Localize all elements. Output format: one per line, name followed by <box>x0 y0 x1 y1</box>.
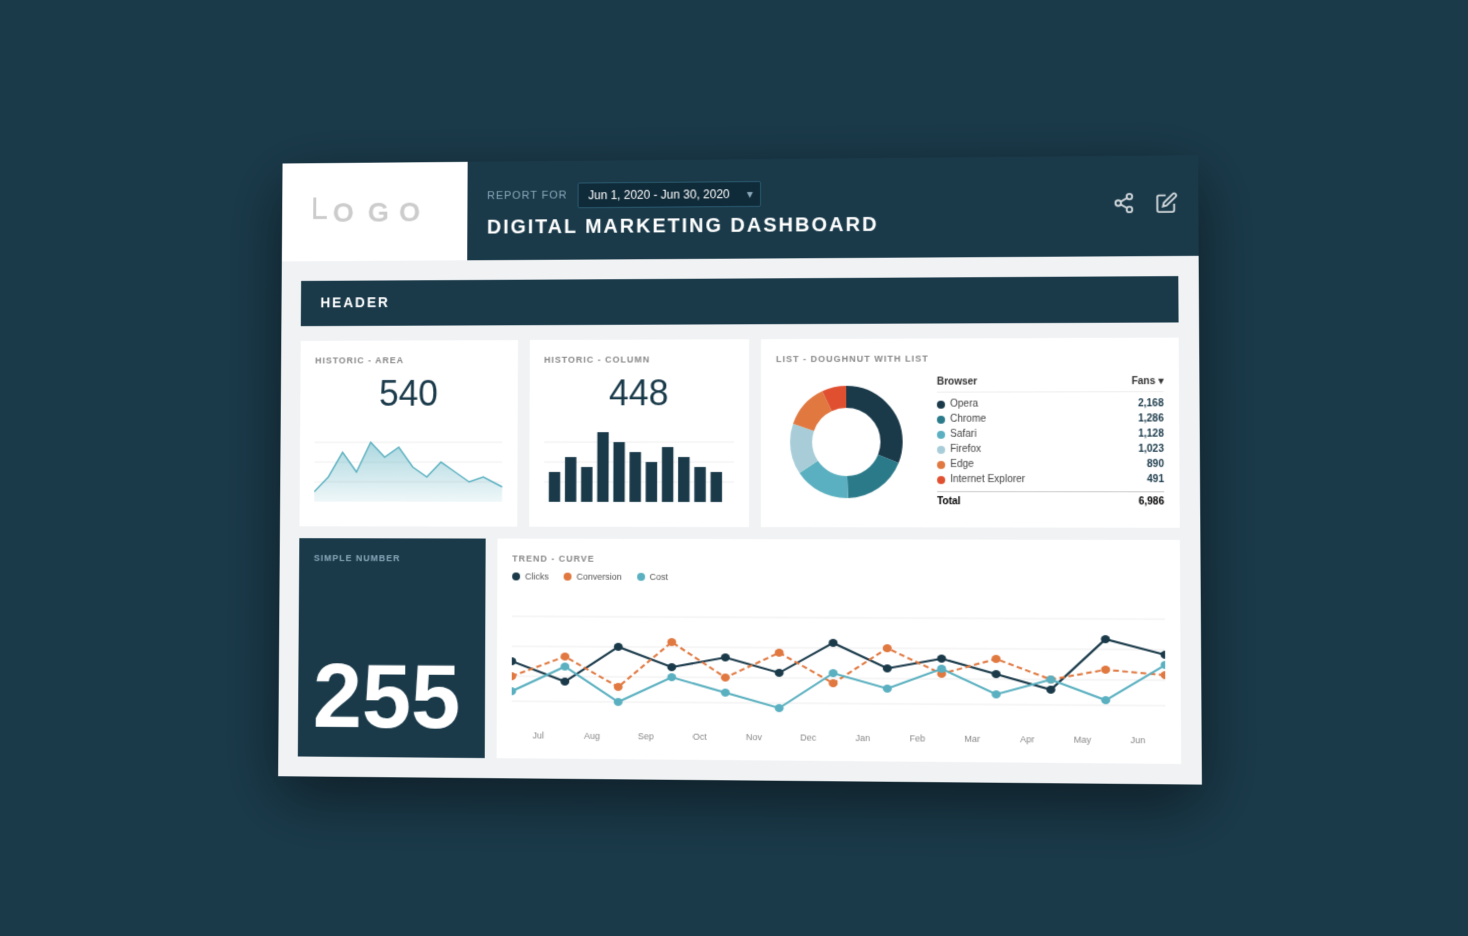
logo-box: O G O <box>282 161 468 261</box>
browser-table-header: Browser Fans ▾ <box>937 375 1164 392</box>
logo-svg: O G O <box>311 191 438 231</box>
trend-x-label: Apr <box>1000 734 1055 745</box>
browser-row: Opera 2,168 <box>937 396 1164 412</box>
legend-label: Clicks <box>525 571 549 581</box>
historic-area-label: HISTORIC - AREA <box>315 354 503 364</box>
browser-value: 890 <box>1147 458 1164 469</box>
top-bar: O G O REPORT FOR Jun 1, 2020 - Jun 30, 2… <box>282 155 1199 261</box>
doughnut-label: LIST - DOUGHNUT WITH LIST <box>776 352 1163 363</box>
browser-dot <box>937 400 945 408</box>
browser-value: 2,168 <box>1138 398 1164 409</box>
browser-row: Internet Explorer 491 <box>937 472 1164 487</box>
svg-text:G: G <box>368 196 389 227</box>
historic-area-value: 540 <box>315 372 503 414</box>
legend-label: Conversion <box>576 571 621 581</box>
sort-icon: ▾ <box>1158 375 1163 386</box>
browser-row: Chrome 1,286 <box>937 411 1164 426</box>
dashboard-title: DIGITAL MARKETING DASHBOARD <box>487 211 1072 238</box>
historic-column-value: 448 <box>544 372 734 414</box>
charts-row-2: SIMPLE NUMBER 255 TREND - CURVE Clicks C… <box>298 538 1181 764</box>
column-chart <box>544 422 734 502</box>
legend-item: Cost <box>637 571 668 581</box>
trend-x-label: Mar <box>945 733 1000 744</box>
simple-number-label: SIMPLE NUMBER <box>314 553 471 563</box>
browser-table: Browser Fans ▾ Opera 2,168 <box>937 375 1164 507</box>
historic-column-label: HISTORIC - COLUMN <box>544 354 734 365</box>
dashboard-card: O G O REPORT FOR Jun 1, 2020 - Jun 30, 2… <box>278 155 1202 784</box>
section-header-text: HEADER <box>320 294 389 310</box>
simple-number-value: 255 <box>313 652 471 743</box>
total-label: Total <box>937 496 960 507</box>
browser-name: Opera <box>937 398 1059 409</box>
browser-name: Edge <box>937 458 1059 469</box>
trend-x-label: Sep <box>619 731 673 741</box>
edit-icon[interactable] <box>1155 191 1178 219</box>
doughnut-box: LIST - DOUGHNUT WITH LIST <box>761 337 1180 527</box>
browser-dot <box>937 475 945 483</box>
browser-row: Edge 890 <box>937 456 1164 471</box>
browser-name: Internet Explorer <box>937 474 1059 485</box>
simple-number-box: SIMPLE NUMBER 255 <box>298 538 486 758</box>
section-header: HEADER <box>301 276 1179 326</box>
trend-x-label: May <box>1055 734 1110 745</box>
browser-row: Safari 1,128 <box>937 426 1164 441</box>
historic-column-box: HISTORIC - COLUMN 448 <box>529 339 749 527</box>
svg-text:O: O <box>399 196 420 227</box>
browser-dot <box>937 460 945 468</box>
browser-value: 1,023 <box>1138 443 1164 454</box>
legend-item: Clicks <box>512 571 549 581</box>
browser-total-row: Total 6,986 <box>937 491 1164 507</box>
trend-chart-svg <box>512 591 1166 726</box>
legend-label: Cost <box>650 571 668 581</box>
trend-x-axis: JulAugSepOctNovDecJanFebMarAprMayJun <box>512 730 1166 745</box>
trend-x-label: Aug <box>565 730 619 740</box>
trend-x-label: Jul <box>512 730 566 740</box>
page-wrapper: O G O REPORT FOR Jun 1, 2020 - Jun 30, 2… <box>0 0 1468 936</box>
browser-value: 1,286 <box>1138 413 1164 424</box>
trend-label: TREND - CURVE <box>512 553 1164 565</box>
trend-x-label: Jan <box>835 732 890 743</box>
content-area: HEADER HISTORIC - AREA 540 <box>278 255 1202 784</box>
legend-item: Conversion <box>564 571 622 581</box>
svg-text:O: O <box>333 196 354 227</box>
browser-dot <box>937 415 945 423</box>
charts-row-1: HISTORIC - AREA 540 <box>299 337 1179 527</box>
share-icon[interactable] <box>1113 191 1136 219</box>
trend-x-label: Nov <box>727 731 781 742</box>
trend-chart-container: JulAugSepOctNovDecJanFebMarAprMayJun <box>512 591 1166 745</box>
area-chart <box>314 422 502 501</box>
date-range-select[interactable]: Jun 1, 2020 - Jun 30, 2020 <box>577 180 760 207</box>
top-bar-actions <box>1092 191 1198 220</box>
trend-box: TREND - CURVE Clicks Conversion Cost <box>497 538 1182 763</box>
trend-x-label: Jun <box>1110 734 1166 745</box>
date-selector-wrap[interactable]: Jun 1, 2020 - Jun 30, 2020 ▾ <box>577 180 760 207</box>
report-for-label: REPORT FOR <box>487 189 567 201</box>
browser-col-header: Browser <box>937 376 977 387</box>
browser-value: 1,128 <box>1138 428 1164 439</box>
doughnut-chart-area: Browser Fans ▾ Opera 2,168 <box>776 370 1164 512</box>
historic-area-box: HISTORIC - AREA 540 <box>299 340 517 527</box>
browser-name: Chrome <box>937 413 1059 424</box>
browser-row: Firefox 1,023 <box>937 441 1164 456</box>
browser-rows: Opera 2,168 Chrome 1,286 Safari 1,128 Fi… <box>937 396 1164 487</box>
trend-x-label: Oct <box>673 731 727 741</box>
trend-x-label: Dec <box>781 732 835 743</box>
fans-col-header: Fans ▾ <box>1131 375 1163 386</box>
report-for-row: REPORT FOR Jun 1, 2020 - Jun 30, 2020 ▾ <box>487 177 1072 208</box>
trend-x-label: Feb <box>890 733 945 744</box>
browser-value: 491 <box>1147 474 1164 485</box>
browser-name: Firefox <box>937 443 1059 454</box>
trend-legend: Clicks Conversion Cost <box>512 571 1165 583</box>
header-right: REPORT FOR Jun 1, 2020 - Jun 30, 2020 ▾ … <box>467 162 1092 253</box>
browser-dot <box>937 445 945 453</box>
doughnut-chart-svg <box>776 371 917 512</box>
browser-name: Safari <box>937 428 1059 439</box>
browser-dot <box>937 430 945 438</box>
total-value: 6,986 <box>1139 496 1165 507</box>
